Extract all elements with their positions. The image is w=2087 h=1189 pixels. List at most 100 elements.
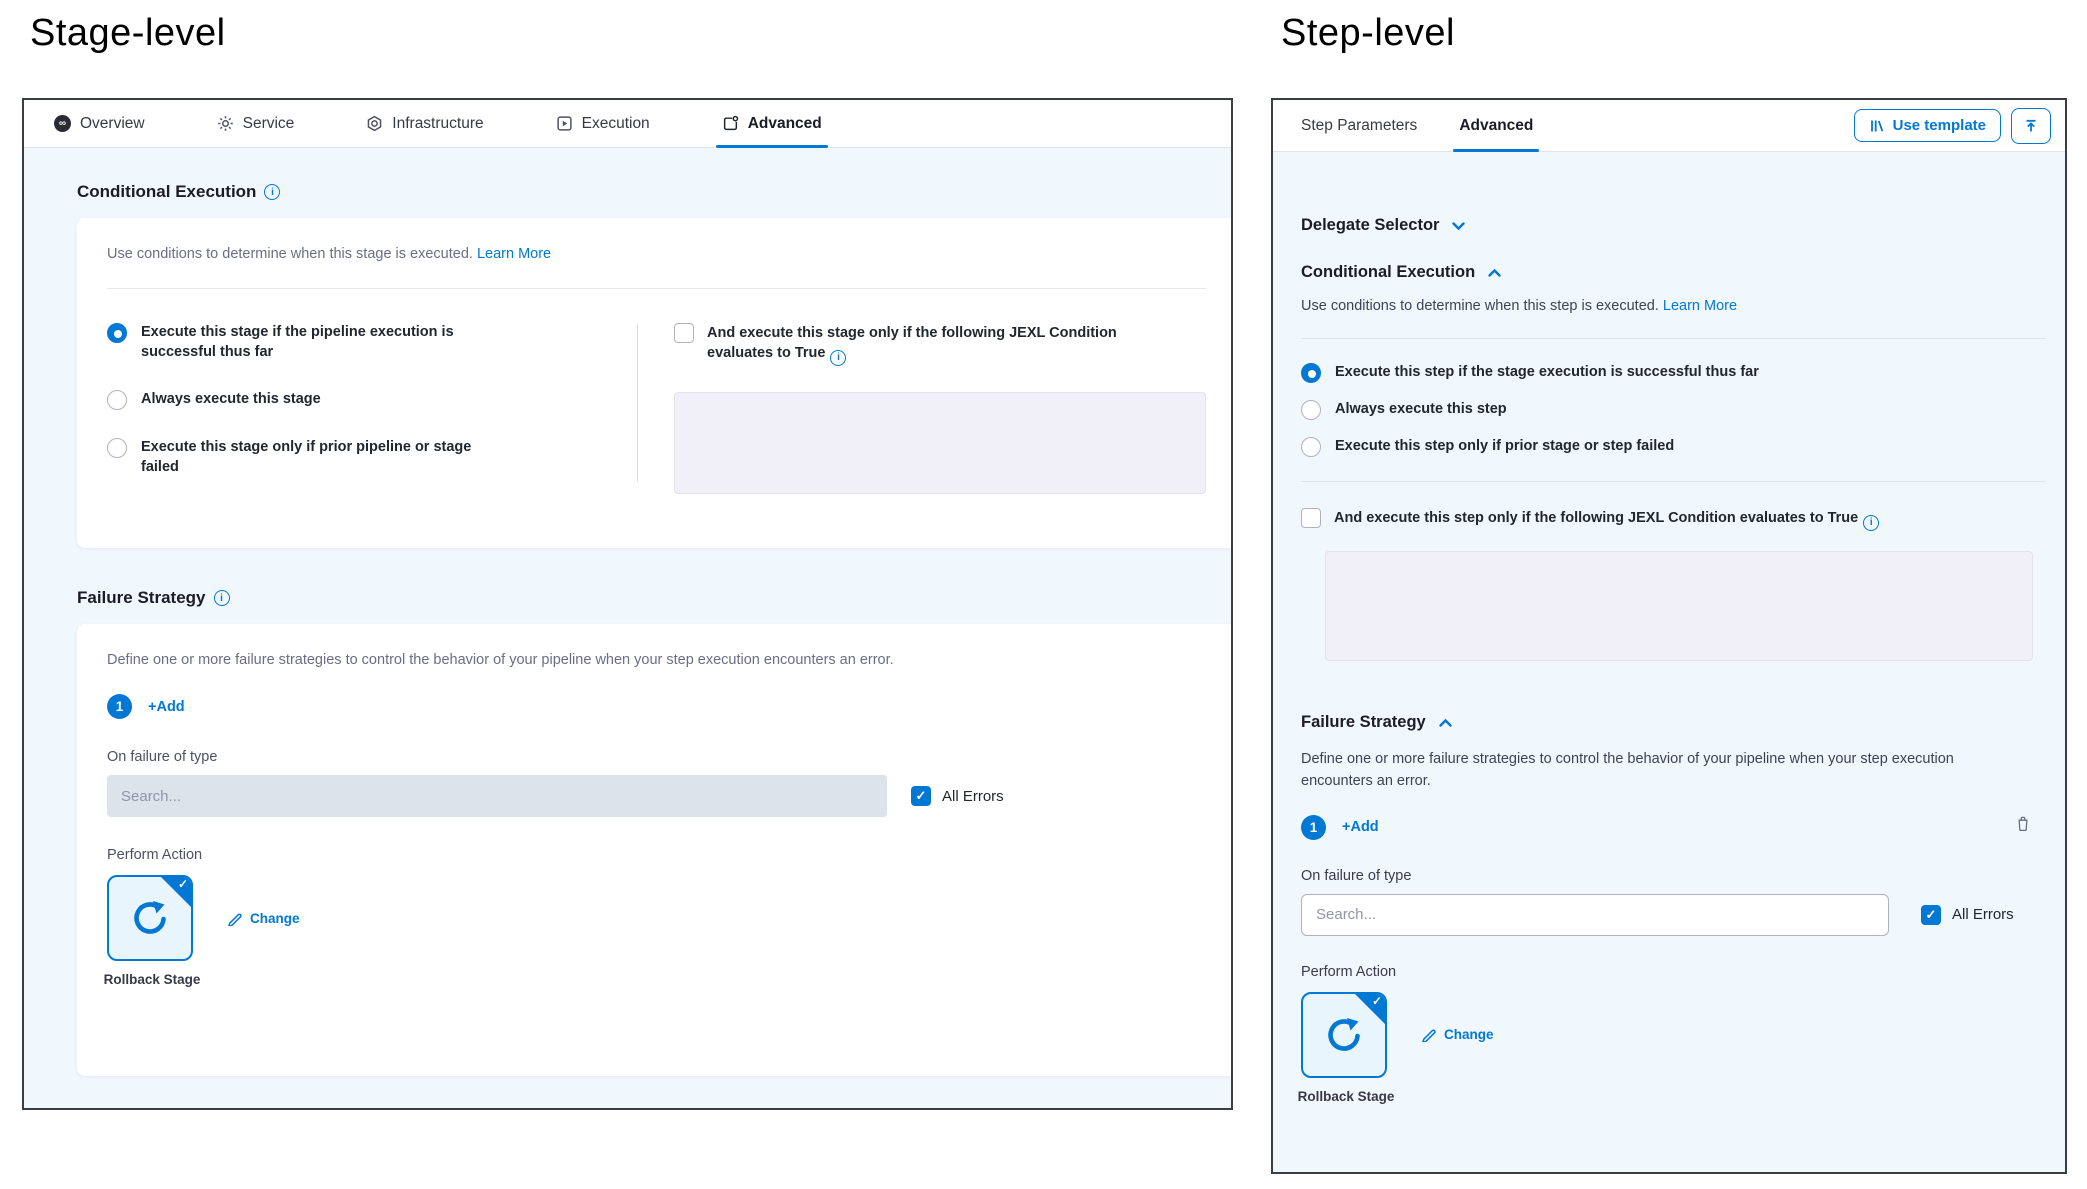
failure-type-search-input[interactable] [107, 775, 887, 817]
delegate-selector-toggle[interactable]: Delegate Selector [1301, 216, 2045, 235]
failure-strategy-description: Define one or more failure strategies to… [107, 652, 1206, 668]
step-tabbar: Step Parameters Advanced Use template [1273, 100, 2065, 152]
add-strategy-button[interactable]: +Add [1342, 819, 1379, 835]
tab-execution[interactable]: Execution [556, 100, 650, 147]
conditional-execution-description: Use conditions to determine when this st… [1301, 298, 2045, 314]
failure-strategy-heading: Failure Strategy i [77, 588, 1231, 608]
radio-icon [107, 438, 127, 458]
change-action-link[interactable]: Change [227, 911, 300, 926]
tab-infrastructure[interactable]: Infrastructure [366, 100, 483, 147]
failure-type-search-input[interactable] [1301, 894, 1889, 936]
tab-service[interactable]: Service [217, 100, 295, 147]
conditional-execution-card: Use conditions to determine when this st… [77, 218, 1231, 548]
radio-icon [107, 390, 127, 410]
stage-tabbar: ∞ Overview Service Infrastructure [24, 100, 1231, 148]
step-advanced-body: Delegate Selector Conditional Execution … [1273, 152, 2065, 1172]
tab-infrastructure-label: Infrastructure [392, 115, 483, 133]
radio-icon [107, 323, 127, 343]
perform-action-label: Perform Action [1301, 964, 2045, 980]
chevron-up-icon [1487, 267, 1502, 279]
checkbox-icon: ✓ [1921, 905, 1941, 925]
divider [107, 288, 1206, 289]
jexl-condition-input[interactable] [1325, 551, 2033, 661]
checkbox-icon [1301, 508, 1321, 528]
divider [1301, 338, 2045, 339]
pencil-icon [227, 911, 242, 926]
gear-icon [217, 115, 234, 132]
radio-always-execute[interactable]: Always execute this step [1301, 400, 2045, 420]
add-strategy-button[interactable]: +Add [148, 699, 185, 715]
trash-icon [2015, 815, 2031, 832]
step-advanced-panel: Step Parameters Advanced Use template De… [1271, 98, 2067, 1174]
failure-strategy-toggle[interactable]: Failure Strategy [1301, 713, 2045, 732]
tab-advanced[interactable]: Advanced [722, 100, 822, 147]
step-level-title: Step-level [1281, 12, 1455, 55]
stage-advanced-body: Conditional Execution i Use conditions t… [24, 148, 1231, 1108]
radio-success-thus-far[interactable]: Execute this stage if the pipeline execu… [107, 323, 637, 362]
radio-prior-failed[interactable]: Execute this stage only if prior pipelin… [107, 438, 637, 477]
stage-condition-radio-group: Execute this stage if the pipeline execu… [107, 323, 637, 494]
failure-strategy-card: Define one or more failure strategies to… [77, 624, 1231, 1076]
learn-more-link[interactable]: Learn More [477, 246, 551, 262]
tab-step-parameters[interactable]: Step Parameters [1301, 100, 1417, 151]
rollback-stage-tile[interactable]: ✓ [107, 875, 193, 961]
tab-overview[interactable]: ∞ Overview [54, 100, 145, 147]
use-template-button[interactable]: Use template [1854, 109, 2001, 142]
delete-strategy-button[interactable] [2015, 815, 2031, 832]
info-icon[interactable]: i [830, 350, 846, 366]
tab-overview-label: Overview [80, 115, 145, 133]
all-errors-checkbox-row[interactable]: ✓ All Errors [1921, 905, 2014, 925]
strategy-count-badge[interactable]: 1 [1301, 815, 1326, 840]
info-icon[interactable]: i [1863, 515, 1879, 531]
strategy-count-badge[interactable]: 1 [107, 694, 132, 719]
hexagon-icon [366, 115, 383, 132]
tab-step-parameters-label: Step Parameters [1301, 117, 1417, 135]
chevron-down-icon [1451, 220, 1466, 232]
radio-icon [1301, 437, 1321, 457]
tab-execution-label: Execution [582, 115, 650, 133]
learn-more-link[interactable]: Learn More [1663, 298, 1737, 314]
on-failure-label: On failure of type [107, 749, 1206, 765]
rollback-stage-tile[interactable]: ✓ [1301, 992, 1387, 1078]
conditional-execution-toggle[interactable]: Conditional Execution [1301, 263, 2045, 282]
checkbox-icon [674, 323, 694, 343]
radio-icon [1301, 400, 1321, 420]
change-action-link[interactable]: Change [1421, 1027, 1494, 1042]
overview-icon: ∞ [54, 115, 71, 132]
radio-icon [1301, 363, 1321, 383]
info-icon[interactable]: i [214, 590, 230, 606]
conditional-execution-heading: Conditional Execution i [77, 182, 1231, 202]
divider [1301, 481, 2045, 482]
tab-advanced-label: Advanced [748, 115, 822, 133]
check-icon: ✓ [1372, 994, 1382, 1008]
pencil-icon [1421, 1027, 1436, 1042]
save-as-template-button[interactable] [2011, 108, 2051, 144]
conditional-execution-description: Use conditions to determine when this st… [107, 246, 1206, 262]
rollback-stage-caption: Rollback Stage [1291, 1088, 1401, 1106]
jexl-condition-checkbox-row[interactable]: And execute this stage only if the follo… [674, 323, 1206, 366]
step-condition-radio-group: Execute this step if the stage execution… [1301, 363, 2045, 457]
stage-level-title: Stage-level [30, 12, 226, 55]
upload-arrow-icon [2023, 118, 2039, 134]
jexl-condition-checkbox-row[interactable]: And execute this step only if the follow… [1301, 508, 2045, 531]
advanced-icon [722, 115, 739, 132]
stage-advanced-panel: ∞ Overview Service Infrastructure [22, 98, 1233, 1110]
check-icon: ✓ [178, 877, 188, 891]
radio-success-thus-far[interactable]: Execute this step if the stage execution… [1301, 363, 2045, 383]
tab-service-label: Service [243, 115, 295, 133]
on-failure-label: On failure of type [1301, 868, 2045, 884]
template-library-icon [1869, 118, 1885, 134]
tab-advanced-label: Advanced [1459, 117, 1533, 135]
radio-prior-failed[interactable]: Execute this step only if prior stage or… [1301, 437, 2045, 457]
radio-always-execute[interactable]: Always execute this stage [107, 390, 637, 410]
rollback-stage-caption: Rollback Stage [97, 971, 207, 989]
all-errors-checkbox-row[interactable]: ✓ All Errors [911, 786, 1004, 806]
chevron-up-icon [1438, 717, 1453, 729]
jexl-condition-input[interactable] [674, 392, 1206, 494]
tab-advanced[interactable]: Advanced [1459, 100, 1533, 151]
failure-strategy-description: Define one or more failure strategies to… [1301, 748, 1961, 793]
perform-action-label: Perform Action [107, 847, 1206, 863]
info-icon[interactable]: i [264, 184, 280, 200]
checkbox-icon: ✓ [911, 786, 931, 806]
play-box-icon [556, 115, 573, 132]
